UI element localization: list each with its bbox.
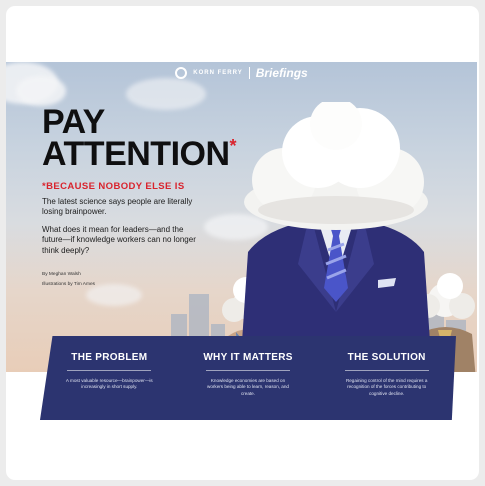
hero-banner: KORN FERRY Briefings PAY ATTENTION* *BEC…	[6, 62, 477, 372]
panel-text: Regaining control of the mind requires a…	[345, 378, 428, 396]
subheadline: *BECAUSE NOBODY ELSE IS	[42, 181, 185, 192]
publication-name: Briefings	[255, 66, 308, 80]
panel-title: WHY IT MATTERS	[203, 352, 293, 363]
page-title: PAY ATTENTION*	[42, 105, 236, 174]
panel-column-problem[interactable]: THE PROBLEM A most valuable resource—bra…	[40, 336, 179, 420]
panel-column-solution[interactable]: THE SOLUTION Regaining control of the mi…	[317, 336, 456, 420]
headline-line-2: ATTENTION	[42, 135, 230, 174]
panel-text: A most valuable resource—brainpower—is i…	[65, 378, 153, 390]
byline: By Meghan Walsh	[42, 272, 81, 277]
summary-panel: THE PROBLEM A most valuable resource—bra…	[40, 336, 456, 420]
intro-text: The latest science says people are liter…	[42, 197, 193, 217]
panel-title: THE PROBLEM	[71, 352, 148, 363]
cloud-head-businessman-illustration	[240, 102, 432, 372]
sky-cloud	[86, 284, 142, 306]
brand-name: KORN FERRY	[193, 70, 243, 76]
panel-divider	[67, 370, 152, 371]
logo-divider	[248, 67, 250, 79]
panel-text: Knowledge economies are based on workers…	[207, 378, 289, 396]
panel-title: THE SOLUTION	[347, 352, 426, 363]
panel-divider	[344, 370, 429, 371]
panel-column-why-it-matters[interactable]: WHY IT MATTERS Knowledge economies are b…	[179, 336, 318, 420]
site-logo[interactable]: KORN FERRY Briefings	[6, 66, 477, 80]
korn-ferry-logo-icon	[175, 67, 188, 79]
panel-divider	[206, 370, 290, 371]
question-text: What does it mean for leaders—and the fu…	[42, 225, 196, 255]
illustration-credit: Illustrations by Tim Ames	[42, 282, 96, 287]
sky-cloud	[16, 76, 66, 106]
